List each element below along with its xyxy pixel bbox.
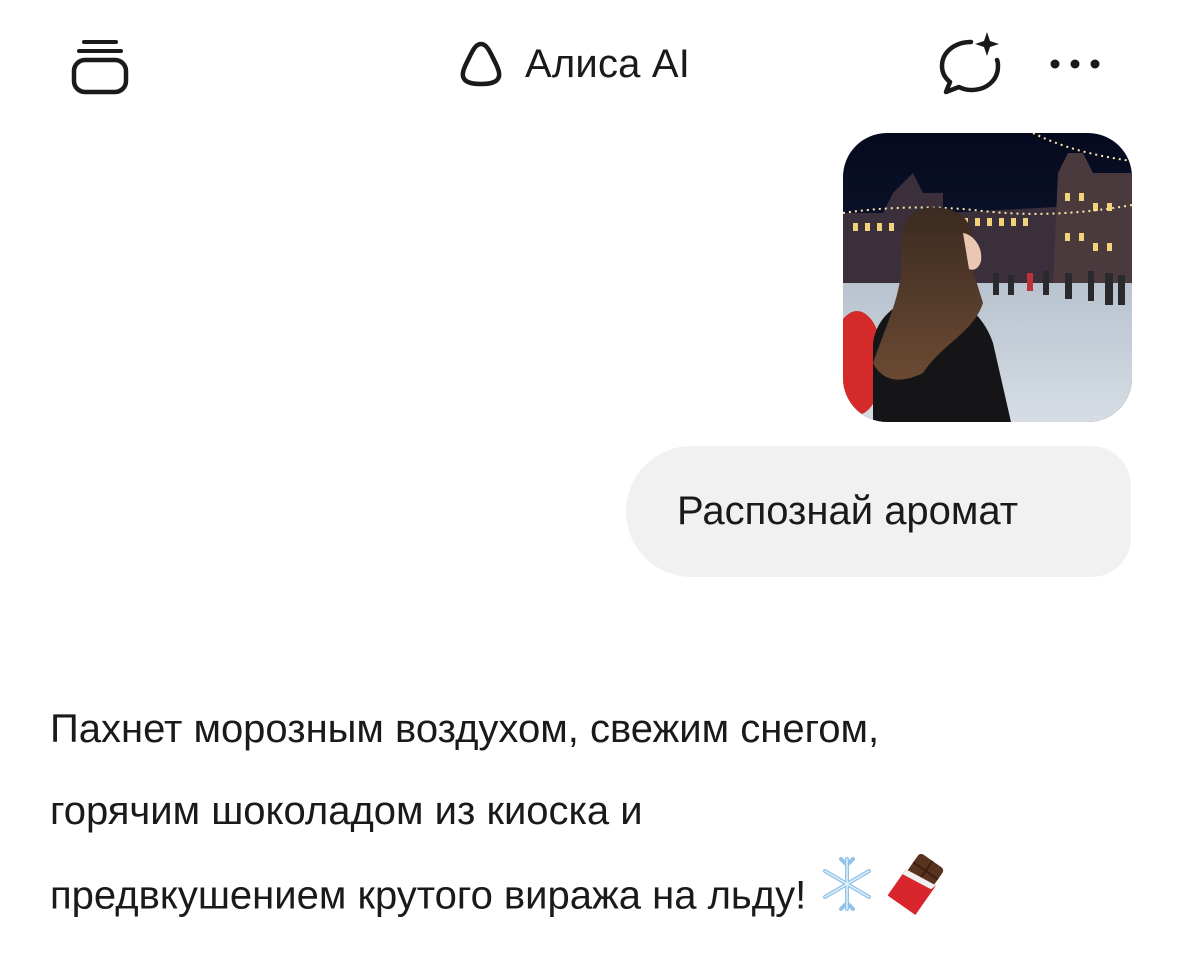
user-photo-message[interactable] xyxy=(843,133,1132,422)
assistant-message: Пахнет морозным воздухом, свежим снегом,… xyxy=(50,688,1130,944)
new-chat-sparkle-icon xyxy=(939,32,1001,95)
stacked-chats-icon xyxy=(71,40,129,95)
user-message-text: Распознай аромат xyxy=(677,489,1019,533)
assistant-message-line-last: предвкушением крутого виража на льду! xyxy=(50,852,1130,944)
page-title: Алиса AI xyxy=(525,41,691,86)
chats-list-button[interactable] xyxy=(64,30,136,102)
chocolate-bar-icon xyxy=(887,852,952,944)
user-message-bubble[interactable]: Распознай аромат xyxy=(626,446,1131,577)
more-dots-icon xyxy=(1050,59,1100,69)
chat-screen: Алиса AI Распознай аромат Пахнет морозны… xyxy=(0,0,1179,975)
assistant-message-line: горячим шоколадом из киоска и xyxy=(50,789,643,833)
alice-logo-icon xyxy=(460,41,502,87)
chat-title[interactable]: Алиса AI xyxy=(455,36,690,92)
assistant-message-text: предвкушением крутого виража на льду! xyxy=(50,873,807,918)
top-bar: Алиса AI xyxy=(0,0,1179,130)
snowflake-icon xyxy=(816,853,878,943)
new-chat-button[interactable] xyxy=(932,28,1006,102)
more-options-button[interactable] xyxy=(1040,36,1110,92)
photo-thumbnail xyxy=(843,133,1132,422)
assistant-message-line: Пахнет морозным воздухом, свежим снегом, xyxy=(50,707,880,751)
